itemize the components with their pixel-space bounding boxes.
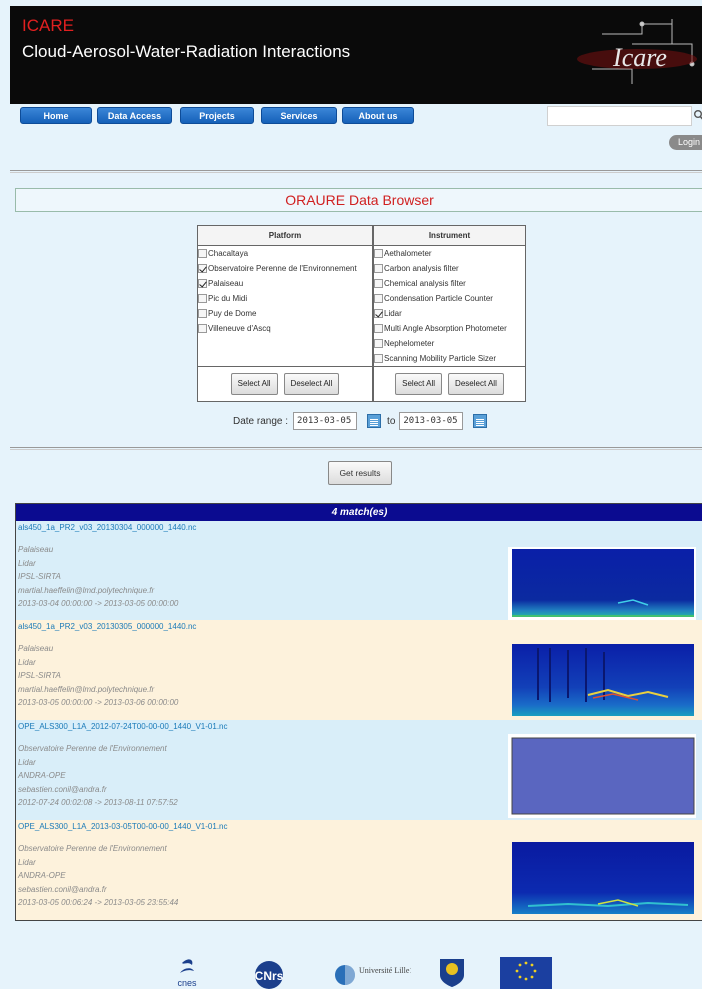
instrument-option[interactable]: Multi Angle Absorption Photometer xyxy=(374,321,525,336)
date-from-input[interactable]: 2013-03-05 xyxy=(293,412,358,430)
instrument-options: Aethalometer Carbon analysis filter Chem… xyxy=(373,245,526,367)
checkbox[interactable] xyxy=(374,264,383,273)
checkbox[interactable] xyxy=(374,324,383,333)
checkbox[interactable] xyxy=(198,264,207,273)
quicklook-image[interactable] xyxy=(508,734,696,818)
platform-option[interactable]: Observatoire Perenne de l'Environnement xyxy=(198,261,372,276)
svg-text:Université Lille1: Université Lille1 xyxy=(359,966,411,975)
search-input[interactable] xyxy=(547,106,692,126)
date-range-label: Date range : xyxy=(233,415,289,427)
divider xyxy=(10,170,702,173)
result-meta: Observatoire Perenne de l'Environnement … xyxy=(18,744,178,807)
checkbox[interactable] xyxy=(198,309,207,318)
quicklook-image[interactable] xyxy=(508,543,696,621)
instrument-option[interactable]: Condensation Particle Counter xyxy=(374,291,525,306)
nav-projects[interactable]: Projects xyxy=(180,107,254,124)
icare-logo[interactable]: Icare xyxy=(572,14,702,96)
site-subtitle: Cloud-Aerosol-Water-Radiation Interactio… xyxy=(22,42,351,61)
date-range: Date range : 2013-03-05 to 2013-03-05 xyxy=(233,412,493,430)
platform-option[interactable]: Palaiseau xyxy=(198,276,372,291)
checkbox[interactable] xyxy=(374,354,383,363)
instrument-table: Instrument Aethalometer Carbon analysis … xyxy=(373,225,526,402)
universite-lille-logo[interactable]: Université Lille1 xyxy=(333,955,413,989)
checkbox[interactable] xyxy=(374,309,383,318)
instrument-option[interactable]: Lidar xyxy=(374,306,525,321)
checkbox[interactable] xyxy=(198,279,207,288)
svg-text:cnes: cnes xyxy=(177,978,197,988)
result-filename[interactable]: OPE_ALS300_L1A_2012-07-24T00-00-00_1440_… xyxy=(18,722,228,731)
instrument-buttons: Select All Deselect All xyxy=(373,366,526,402)
instrument-option[interactable]: Carbon analysis filter xyxy=(374,261,525,276)
checkbox[interactable] xyxy=(374,294,383,303)
result-filename[interactable]: als450_1a_PR2_v03_20130305_000000_1440.n… xyxy=(18,622,196,631)
platform-option[interactable]: Puy de Dome xyxy=(198,306,372,321)
instrument-deselect-all-button[interactable]: Deselect All xyxy=(448,373,504,395)
observatoire-logo[interactable] xyxy=(437,955,467,989)
results-count: 4 match(es) xyxy=(16,504,702,521)
platform-table: Platform Chacaltaya Observatoire Perenne… xyxy=(197,225,373,402)
platform-header: Platform xyxy=(197,225,373,246)
checkbox[interactable] xyxy=(374,249,383,258)
eu-flag-logo[interactable] xyxy=(500,955,552,989)
platform-buttons: Select All Deselect All xyxy=(197,366,373,402)
nav-services[interactable]: Services xyxy=(261,107,337,124)
nav-home[interactable]: Home xyxy=(20,107,92,124)
checkbox[interactable] xyxy=(374,279,383,288)
nav-data-access[interactable]: Data Access xyxy=(97,107,172,124)
result-meta: Palaiseau Lidar IPSL-SIRTA martial.haeff… xyxy=(18,644,179,707)
platform-option[interactable]: Pic du Midi xyxy=(198,291,372,306)
date-to-input[interactable]: 2013-03-05 xyxy=(399,412,464,430)
cnes-logo[interactable]: cnes xyxy=(170,955,204,989)
search-icon[interactable] xyxy=(693,108,702,122)
results-panel: 4 match(es) als450_1a_PR2_v03_20130304_0… xyxy=(15,503,702,921)
result-item: als450_1a_PR2_v03_20130304_000000_1440.n… xyxy=(16,521,702,621)
result-meta: Palaiseau Lidar IPSL-SIRTA martial.haeff… xyxy=(18,545,179,608)
login-button[interactable]: Login xyxy=(669,135,702,150)
result-item: OPE_ALS300_L1A_2013-03-05T00-00-00_1440_… xyxy=(16,820,702,920)
date-to-label: to xyxy=(387,415,396,427)
quicklook-image[interactable] xyxy=(508,840,696,918)
get-results-button[interactable]: Get results xyxy=(328,461,392,485)
instrument-option[interactable]: Aethalometer xyxy=(374,246,525,261)
result-item: OPE_ALS300_L1A_2012-07-24T00-00-00_1440_… xyxy=(16,720,702,820)
header-banner: ICARE Cloud-Aerosol-Water-Radiation Inte… xyxy=(10,6,702,104)
instrument-option[interactable]: Scanning Mobility Particle Sizer xyxy=(374,351,525,366)
result-item: als450_1a_PR2_v03_20130305_000000_1440.n… xyxy=(16,620,702,720)
platform-options: Chacaltaya Observatoire Perenne de l'Env… xyxy=(197,245,373,367)
checkbox[interactable] xyxy=(198,294,207,303)
divider xyxy=(10,447,702,450)
platform-option[interactable]: Chacaltaya xyxy=(198,246,372,261)
checkbox[interactable] xyxy=(198,249,207,258)
calendar-icon[interactable] xyxy=(367,414,382,428)
cnrs-logo[interactable]: CNrs xyxy=(248,955,290,989)
instrument-select-all-button[interactable]: Select All xyxy=(395,373,443,395)
result-filename[interactable]: als450_1a_PR2_v03_20130304_000000_1440.n… xyxy=(18,523,196,532)
checkbox[interactable] xyxy=(198,324,207,333)
instrument-option[interactable]: Nephelometer xyxy=(374,336,525,351)
page-title: ORAURE Data Browser xyxy=(15,188,702,212)
instrument-option[interactable]: Chemical analysis filter xyxy=(374,276,525,291)
logo-text: Icare xyxy=(612,43,667,72)
instrument-header: Instrument xyxy=(373,225,526,246)
calendar-icon[interactable] xyxy=(473,414,488,428)
svg-text:CNrs: CNrs xyxy=(255,969,284,983)
quicklook-image[interactable] xyxy=(508,640,696,720)
brand-title: ICARE xyxy=(22,16,74,35)
result-filename[interactable]: OPE_ALS300_L1A_2013-03-05T00-00-00_1440_… xyxy=(18,822,228,831)
platform-option[interactable]: Villeneuve d'Ascq xyxy=(198,321,372,336)
result-meta: Observatoire Perenne de l'Environnement … xyxy=(18,844,179,907)
platform-select-all-button[interactable]: Select All xyxy=(230,373,278,395)
checkbox[interactable] xyxy=(374,339,383,348)
platform-deselect-all-button[interactable]: Deselect All xyxy=(283,373,340,395)
nav-about-us[interactable]: About us xyxy=(342,107,414,124)
